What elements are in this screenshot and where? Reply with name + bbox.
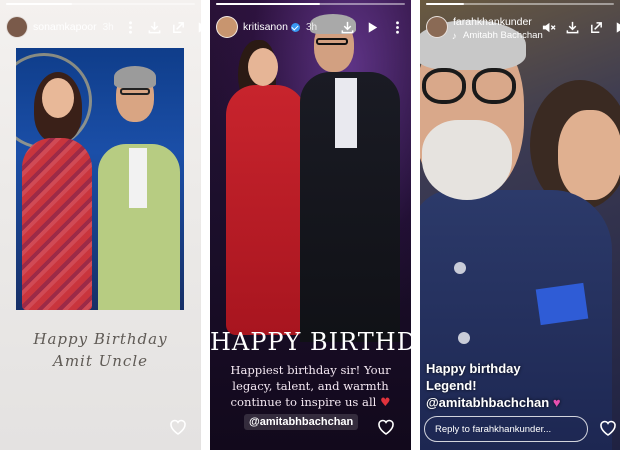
man-jacket: [420, 190, 612, 450]
play-icon[interactable]: [195, 19, 201, 35]
story-text-line-2: Legend!: [426, 378, 477, 393]
glasses-icon: [472, 68, 516, 104]
heart-emoji-icon: ♥: [380, 395, 391, 409]
verified-icon: [290, 22, 300, 32]
woman-face: [42, 78, 74, 118]
woman-face: [248, 48, 278, 86]
story-kritisanon[interactable]: kritisanon 3h HAPPY BIRTHDAY Happiest bi…: [210, 0, 411, 450]
story-progress-bar: [426, 3, 614, 5]
story-photo: [16, 48, 184, 310]
story-farahkhankunder[interactable]: farahkhankunder ♪ Amitabh Bachchan Happy …: [420, 0, 620, 450]
download-icon[interactable]: [339, 19, 355, 35]
story-text: Happy birthday Legend! @amitabhbachchan …: [426, 360, 561, 411]
woman-red-dress: [226, 85, 306, 335]
woman-face: [558, 110, 620, 200]
share-icon[interactable]: [589, 19, 604, 35]
story-message-text: Happiest birthday sir! Your legacy, tale…: [230, 363, 391, 409]
music-label-text: Amitabh Bachchan: [463, 30, 543, 41]
man-shirt: [129, 148, 147, 208]
story-username[interactable]: sonamkapoor: [33, 21, 97, 33]
mention-tag[interactable]: @amitabhbachchan: [426, 395, 549, 410]
heart-icon[interactable]: [376, 417, 396, 437]
story-progress-fill: [216, 3, 320, 5]
more-icon[interactable]: [123, 19, 138, 35]
story-progress-fill: [426, 3, 464, 5]
avatar[interactable]: [216, 16, 238, 38]
heart-icon[interactable]: [598, 418, 618, 438]
reply-input[interactable]: Reply to farahkhankunder...: [424, 416, 588, 442]
story-progress-bar: [216, 3, 405, 5]
mention-tag[interactable]: @amitabhbachchan: [244, 414, 359, 430]
caption-line-1: Happy Birthday: [33, 330, 168, 348]
story-title: HAPPY BIRTHDAY: [210, 328, 411, 356]
story-progress-fill: [6, 3, 73, 5]
story-message: Happiest birthday sir! Your legacy, tale…: [218, 362, 403, 410]
music-icon: ♪: [452, 31, 457, 43]
story-text-line-1: Happy birthday: [426, 361, 521, 376]
share-icon[interactable]: [171, 19, 186, 35]
download-icon[interactable]: [565, 19, 580, 35]
play-icon[interactable]: [613, 19, 620, 35]
avatar[interactable]: [6, 16, 28, 38]
music-label[interactable]: ♪ Amitabh Bachchan: [452, 30, 543, 43]
glasses-icon: [422, 68, 466, 104]
avatar[interactable]: [426, 16, 448, 38]
story-sonamkapoor[interactable]: sonamkapoor 3h Happy Birthday Amit Uncle: [0, 0, 201, 450]
caption-line-2: Amit Uncle: [52, 352, 149, 370]
more-icon[interactable]: [389, 19, 405, 35]
heart-emoji-icon: ♥: [552, 395, 561, 410]
man-hair: [114, 66, 156, 88]
man-shirt: [335, 78, 357, 148]
mute-icon[interactable]: [541, 19, 556, 35]
story-username[interactable]: kritisanon: [243, 21, 288, 33]
story-header: sonamkapoor 3h: [6, 14, 201, 40]
man-beard: [422, 120, 512, 200]
download-icon[interactable]: [147, 19, 162, 35]
woman-outfit: [22, 138, 92, 310]
jacket-button: [458, 332, 470, 344]
story-time: 3h: [305, 21, 318, 33]
story-progress-bar: [6, 3, 195, 5]
story-header: kritisanon 3h: [216, 14, 405, 40]
glasses-icon: [120, 88, 150, 95]
play-icon[interactable]: [364, 19, 380, 35]
heart-icon[interactable]: [168, 417, 188, 437]
jacket-button: [454, 262, 466, 274]
pocket-square: [535, 282, 589, 326]
story-time: 3h: [102, 21, 114, 33]
story-username[interactable]: farahkhankunder: [453, 16, 532, 28]
